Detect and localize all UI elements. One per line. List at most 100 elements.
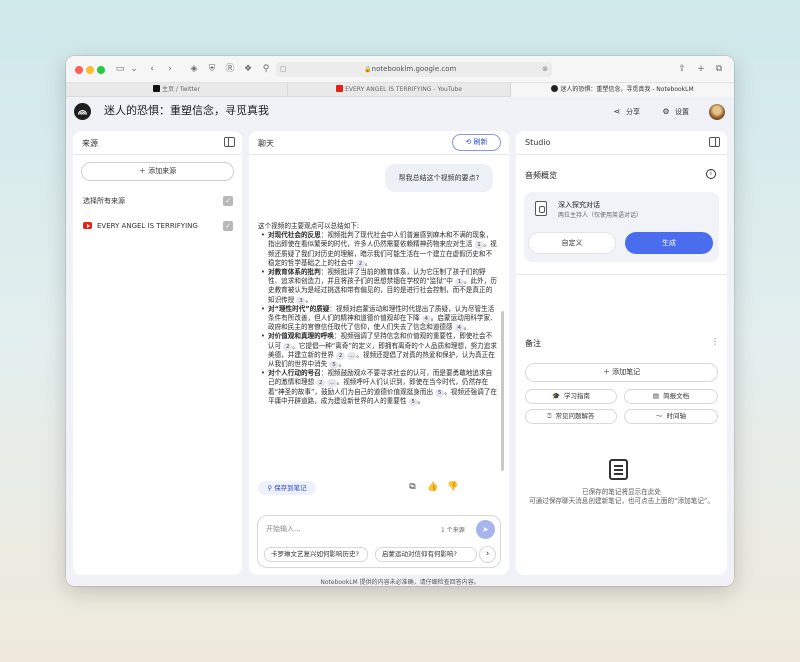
collapse-panel-icon[interactable]	[224, 137, 235, 147]
plus-icon: ＋	[602, 368, 613, 376]
lock-icon: 🔒	[364, 66, 372, 73]
add-note-button[interactable]: ＋ 添加笔记	[525, 363, 718, 382]
tab-youtube[interactable]: EVERY ANGEL IS TERRIFYING - YouTube	[288, 83, 511, 97]
study-guide-button[interactable]: 🎓 学习指南	[525, 389, 617, 404]
citation-chip[interactable]: ...	[327, 379, 337, 388]
citation-chip[interactable]: 2	[316, 379, 326, 388]
refresh-icon: ⟲	[465, 138, 474, 146]
answer-point-heading: 对现代社会的反思	[268, 231, 321, 240]
bike-extension-icon[interactable]: ⚲	[260, 63, 272, 75]
add-source-label: 添加来源	[148, 167, 177, 175]
chip-label: 常见问题解答	[555, 412, 595, 420]
notebooklm-logo-icon[interactable]	[74, 103, 91, 120]
tab-overview-button-icon[interactable]: ⧉	[713, 63, 725, 75]
layers-extension-icon[interactable]: ❖	[242, 63, 254, 75]
citation-chip[interactable]: 2	[355, 259, 365, 268]
customize-button[interactable]: 自定义	[528, 232, 616, 254]
assistant-answer: 这个视频的主要观点可以总结如下: 对现代社会的反思：视频批判了现代社会中人们普遍…	[258, 222, 498, 406]
chip-label: 时间轴	[666, 412, 687, 420]
citation-chip[interactable]: 2	[283, 342, 293, 351]
select-all-checkbox[interactable]: ✓	[223, 196, 233, 206]
audio-document-icon	[535, 201, 547, 216]
app-header: 迷人的恐惧：重塑信念，寻觅真我 ⋖ 分享 ⚙ 设置	[66, 97, 734, 128]
faq-button[interactable]: ⍰ 常见问题解答	[525, 409, 617, 424]
citation-chip[interactable]: 4	[421, 315, 431, 324]
readwise-extension-icon[interactable]: Ⓡ	[224, 63, 236, 75]
chat-input[interactable]: 开始输入...	[266, 524, 301, 534]
source-checkbox[interactable]: ✓	[223, 221, 233, 231]
refresh-button[interactable]: ⟲ 刷新	[452, 134, 501, 151]
answer-point: 对现代社会的反思：视频批判了现代社会中人们普遍感到麻木和不满的现象，指出即使在看…	[258, 231, 498, 268]
timeline-button[interactable]: 〜时间轴	[624, 409, 718, 424]
source-item[interactable]: EVERY ANGEL IS TERRIFYING ✓	[83, 220, 233, 232]
notes-empty-state: 已保存的笔记将显示在此处 可通过保存聊天消息创建新笔记，也可点击上面的“添加笔记…	[526, 488, 717, 506]
citation-chip[interactable]: 5	[408, 397, 418, 406]
tab-label: 主页 / Twitter	[162, 86, 200, 93]
citation-chip[interactable]: 5	[435, 388, 445, 397]
add-source-button[interactable]: ＋ 添加来源	[81, 162, 234, 181]
chat-title: 聊天	[258, 139, 274, 148]
chat-scrollbar[interactable]	[501, 311, 504, 471]
send-button[interactable]: ➤	[476, 520, 495, 539]
avatar[interactable]	[709, 104, 725, 120]
citation-chip[interactable]: 2	[336, 351, 346, 360]
share-label: 分享	[626, 108, 640, 116]
add-note-label: 添加笔记	[612, 368, 641, 376]
thumbs-down-icon[interactable]: 👎	[447, 482, 458, 493]
tab-twitter[interactable]: 主页 / Twitter	[66, 83, 288, 97]
close-window-button[interactable]	[75, 66, 83, 74]
suggestion-chip[interactable]: 启蒙运动对信仰有何影响?	[375, 547, 477, 562]
answer-point: 对价值观和真理的呼唤：视频强调了坚持信念和价值观的重要性，即使社会不认可 2。它…	[258, 332, 498, 370]
tab-label: 迷人的恐惧：重塑信念，寻觅真我 - NotebookLM	[560, 86, 694, 93]
select-all-sources-row[interactable]: 选择所有来源 ✓	[83, 195, 233, 207]
info-icon[interactable]: i	[706, 169, 716, 179]
tab-label: EVERY ANGEL IS TERRIFYING - YouTube	[345, 86, 462, 93]
address-bar[interactable]: ▢ 🔒 notebooklm.google.com ⊗	[276, 62, 552, 77]
shield-extension-icon[interactable]: ⛨	[206, 63, 218, 75]
chat-composer: 开始输入... 1 个来源 ➤ 卡罗琳文艺复兴如何影响历史? 启蒙运动对信仰有何…	[257, 515, 501, 568]
answer-point-heading: 对教育体系的批判	[268, 268, 321, 277]
audio-overview-title: 音频概览	[525, 171, 557, 180]
faq-icon: ⍰	[547, 412, 552, 420]
tab-strip: 主页 / Twitter EVERY ANGEL IS TERRIFYING -…	[66, 83, 734, 97]
collapse-panel-icon[interactable]	[709, 137, 720, 147]
notes-title: 备注	[525, 339, 541, 348]
generate-button[interactable]: 生成	[625, 232, 713, 254]
answer-text: 。	[338, 360, 346, 369]
notes-empty-hint: 可通过保存聊天消息创建新笔记，也可点击上面的“添加笔记”。	[529, 497, 714, 505]
divider	[249, 154, 509, 155]
more-vert-icon[interactable]: ⋮	[711, 337, 719, 346]
settings-button[interactable]: ⚙ 设置	[661, 105, 689, 119]
notebook-title[interactable]: 迷人的恐惧：重塑信念，寻觅真我	[104, 104, 269, 118]
copy-icon[interactable]: ⧉	[407, 482, 418, 493]
audio-card-title: 深入探究对话	[558, 201, 600, 209]
save-to-note-button[interactable]: ⚲ 保存到笔记	[258, 481, 316, 495]
youtube-icon	[336, 85, 344, 92]
answer-point-heading: 对价值观和真理的呼唤	[268, 332, 334, 341]
answer-lead: 这个视频的主要观点可以总结如下:	[258, 222, 360, 230]
new-tab-icon[interactable]: +	[695, 63, 707, 75]
browser-toolbar: ▭ ⌄ ‹ › ◈ ⛨ Ⓡ ❖ ⚲ ▢ 🔒 notebooklm.google.…	[66, 56, 734, 83]
notes-empty-title: 已保存的笔记将显示在此处	[581, 488, 662, 496]
bitwarden-extension-icon[interactable]: ◈	[188, 63, 200, 75]
address-url: notebooklm.google.com	[371, 65, 457, 73]
suggestion-chip[interactable]: 卡罗琳文艺复兴如何影响历史?	[264, 547, 368, 562]
zoom-window-button[interactable]	[97, 66, 105, 74]
sources-title: 来源	[82, 139, 98, 148]
answer-text: 。	[364, 258, 372, 267]
share-page-icon[interactable]: ⇪	[676, 63, 688, 75]
share-button[interactable]: ⋖ 分享	[612, 105, 640, 119]
chevron-down-icon[interactable]: ⌄	[128, 63, 140, 75]
thumbs-up-icon[interactable]: 👍	[427, 482, 438, 493]
clear-address-icon[interactable]: ⊗	[542, 62, 548, 77]
answer-point: 对个人行动的号召：视频鼓励观众不要寻求社会的认可，而是要勇敢地追求自己的激情和理…	[258, 369, 498, 406]
minimize-window-button[interactable]	[86, 66, 94, 74]
briefing-doc-button[interactable]: ▤ 简报文档	[624, 389, 718, 404]
tab-notebooklm[interactable]: 迷人的恐惧：重塑信念，寻觅真我 - NotebookLM	[511, 83, 734, 97]
chevron-right-icon[interactable]: ›	[479, 546, 496, 563]
timeline-icon: 〜	[656, 412, 663, 420]
back-icon[interactable]: ‹	[146, 63, 158, 75]
forward-icon[interactable]: ›	[164, 63, 176, 75]
sidebar-toggle-icon[interactable]: ▭	[114, 63, 126, 75]
citation-chip[interactable]: 1	[474, 241, 484, 250]
